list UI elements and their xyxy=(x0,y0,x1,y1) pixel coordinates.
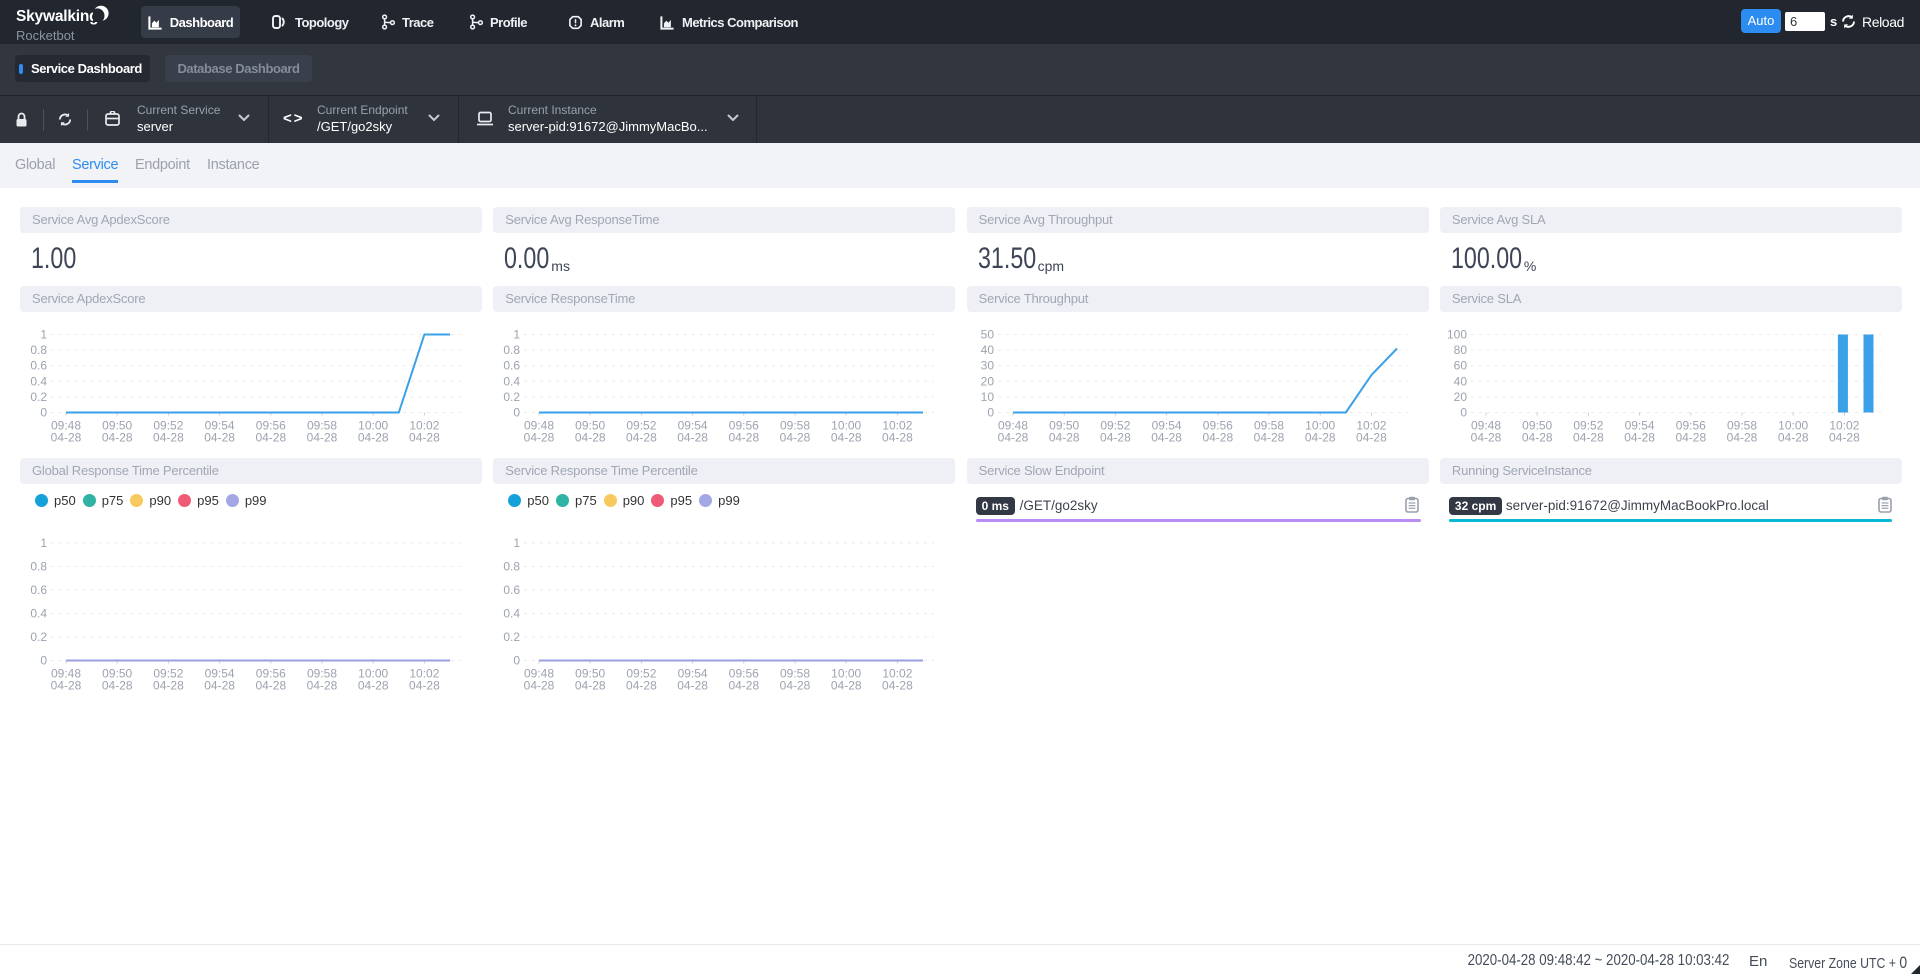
svg-text:30: 30 xyxy=(980,359,994,373)
svg-text:0.2: 0.2 xyxy=(30,630,47,644)
svg-text:04-28: 04-28 xyxy=(575,431,606,445)
svg-text:20: 20 xyxy=(980,374,994,388)
svg-text:04-28: 04-28 xyxy=(51,679,82,693)
svg-text:0.4: 0.4 xyxy=(504,374,521,388)
svg-text:04-28: 04-28 xyxy=(255,679,286,693)
svg-text:0.6: 0.6 xyxy=(30,583,47,597)
svg-text:04-28: 04-28 xyxy=(102,679,133,693)
svg-text:04-28: 04-28 xyxy=(307,679,338,693)
svg-text:0.8: 0.8 xyxy=(30,560,47,574)
svg-text:04-28: 04-28 xyxy=(524,431,555,445)
svg-text:40: 40 xyxy=(980,343,994,357)
svg-text:0.8: 0.8 xyxy=(504,343,521,357)
svg-text:04-28: 04-28 xyxy=(1048,431,1079,445)
svg-text:04-28: 04-28 xyxy=(1829,431,1860,445)
svg-text:04-28: 04-28 xyxy=(358,431,389,445)
svg-text:0.4: 0.4 xyxy=(504,607,521,621)
svg-text:0.8: 0.8 xyxy=(504,560,521,574)
svg-text:40: 40 xyxy=(1454,374,1468,388)
svg-text:100: 100 xyxy=(1447,328,1467,342)
svg-text:04-28: 04-28 xyxy=(1573,431,1604,445)
svg-text:04-28: 04-28 xyxy=(409,431,440,445)
svg-text:04-28: 04-28 xyxy=(626,679,657,693)
svg-text:04-28: 04-28 xyxy=(831,679,862,693)
svg-text:04-28: 04-28 xyxy=(102,431,133,445)
svg-text:0.2: 0.2 xyxy=(504,390,521,404)
svg-text:1: 1 xyxy=(514,536,521,550)
svg-text:1: 1 xyxy=(514,328,521,342)
svg-text:04-28: 04-28 xyxy=(255,431,286,445)
svg-text:0: 0 xyxy=(40,654,47,668)
svg-text:04-28: 04-28 xyxy=(575,679,606,693)
svg-text:04-28: 04-28 xyxy=(307,431,338,445)
svg-text:04-28: 04-28 xyxy=(358,679,389,693)
svg-text:04-28: 04-28 xyxy=(882,431,913,445)
svg-text:0: 0 xyxy=(1460,406,1467,420)
svg-text:20: 20 xyxy=(1454,390,1468,404)
svg-text:04-28: 04-28 xyxy=(1151,431,1182,445)
svg-text:04-28: 04-28 xyxy=(729,679,760,693)
svg-text:0.8: 0.8 xyxy=(30,343,47,357)
svg-text:04-28: 04-28 xyxy=(153,431,184,445)
svg-text:0.4: 0.4 xyxy=(30,607,47,621)
svg-text:04-28: 04-28 xyxy=(1202,431,1233,445)
svg-text:04-28: 04-28 xyxy=(1471,431,1502,445)
svg-text:04-28: 04-28 xyxy=(1253,431,1284,445)
svg-text:04-28: 04-28 xyxy=(51,431,82,445)
svg-text:04-28: 04-28 xyxy=(524,679,555,693)
svg-text:60: 60 xyxy=(1454,359,1468,373)
svg-text:10: 10 xyxy=(980,390,994,404)
svg-text:50: 50 xyxy=(980,328,994,342)
svg-text:04-28: 04-28 xyxy=(1522,431,1553,445)
svg-text:0.2: 0.2 xyxy=(504,630,521,644)
svg-text:04-28: 04-28 xyxy=(780,431,811,445)
svg-text:04-28: 04-28 xyxy=(626,431,657,445)
svg-text:04-28: 04-28 xyxy=(882,679,913,693)
svg-text:0: 0 xyxy=(514,654,521,668)
svg-text:04-28: 04-28 xyxy=(1727,431,1758,445)
svg-text:04-28: 04-28 xyxy=(831,431,862,445)
svg-text:04-28: 04-28 xyxy=(1100,431,1131,445)
svg-text:04-28: 04-28 xyxy=(409,679,440,693)
svg-text:0.6: 0.6 xyxy=(504,359,521,373)
svg-text:04-28: 04-28 xyxy=(1356,431,1387,445)
svg-text:04-28: 04-28 xyxy=(1304,431,1335,445)
svg-text:04-28: 04-28 xyxy=(780,679,811,693)
svg-text:04-28: 04-28 xyxy=(1624,431,1655,445)
svg-text:04-28: 04-28 xyxy=(1778,431,1809,445)
svg-text:0.6: 0.6 xyxy=(504,583,521,597)
svg-text:0.2: 0.2 xyxy=(30,390,47,404)
svg-text:04-28: 04-28 xyxy=(204,679,235,693)
svg-text:04-28: 04-28 xyxy=(153,679,184,693)
svg-text:04-28: 04-28 xyxy=(204,431,235,445)
svg-text:0: 0 xyxy=(40,406,47,420)
svg-text:0: 0 xyxy=(987,406,994,420)
svg-text:80: 80 xyxy=(1454,343,1468,357)
svg-text:04-28: 04-28 xyxy=(997,431,1028,445)
svg-text:04-28: 04-28 xyxy=(729,431,760,445)
svg-text:04-28: 04-28 xyxy=(1675,431,1706,445)
svg-text:04-28: 04-28 xyxy=(678,679,709,693)
svg-text:1: 1 xyxy=(40,328,47,342)
svg-text:04-28: 04-28 xyxy=(678,431,709,445)
svg-text:0.4: 0.4 xyxy=(30,374,47,388)
svg-text:1: 1 xyxy=(40,536,47,550)
svg-text:0.6: 0.6 xyxy=(30,359,47,373)
svg-text:0: 0 xyxy=(514,406,521,420)
